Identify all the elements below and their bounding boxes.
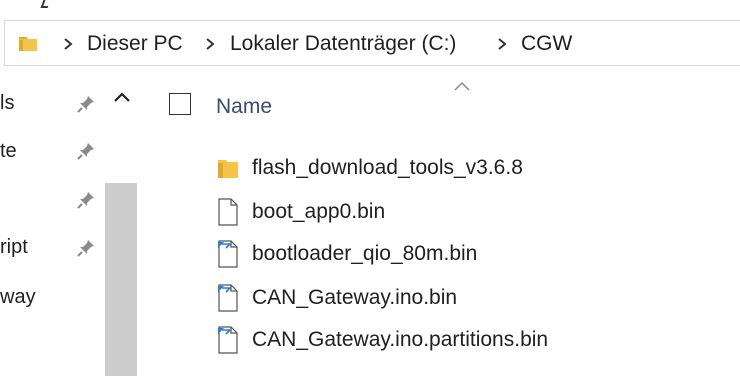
file-icon [218,198,238,226]
pin-icon[interactable] [76,190,96,210]
folder-icon [218,160,238,178]
file-explorer-window: Dieser PC Lokaler Datenträger (C:) CGW l… [0,0,740,376]
file-row[interactable]: flash_download_tools_v3.6.8 [214,147,714,189]
nav-item-quick-access-2[interactable]: te [0,136,17,166]
pin-icon[interactable] [76,94,96,114]
menu-strip [0,0,740,18]
file-name[interactable]: CAN_Gateway.ino.bin [252,277,457,319]
pin-icon[interactable] [76,238,96,258]
nav-scrollbar-thumb[interactable] [105,183,137,376]
chevron-up-icon[interactable] [112,90,132,104]
chevron-right-icon[interactable] [495,37,509,51]
file-row[interactable]: CAN_Gateway.ino.bin [214,277,714,319]
file-row[interactable]: boot_app0.bin [214,191,714,233]
breadcrumb-cgw[interactable]: CGW [521,21,572,67]
chevron-right-icon[interactable] [203,37,217,51]
file-name[interactable]: boot_app0.bin [252,191,385,233]
nav-item-quick-access-5[interactable]: way [0,282,36,312]
pin-icon[interactable] [76,141,96,161]
sort-ascending-icon[interactable] [452,80,472,92]
bin-file-icon [218,326,238,354]
file-name[interactable]: bootloader_qio_80m.bin [252,233,477,275]
file-row[interactable]: bootloader_qio_80m.bin [214,233,714,275]
chevron-right-icon[interactable] [61,37,75,51]
bin-file-icon [218,240,238,268]
select-all-checkbox[interactable] [169,93,191,115]
file-row[interactable]: CAN_Gateway.ino.partitions.bin [214,319,714,361]
partial-glyph [40,0,51,8]
breadcrumb-dieser-pc[interactable]: Dieser PC [87,21,183,67]
address-bar[interactable]: Dieser PC Lokaler Datenträger (C:) CGW [4,20,740,66]
nav-item-quick-access-4[interactable]: ript [0,232,28,262]
nav-item-quick-access-1[interactable]: ls [0,88,14,118]
file-name[interactable]: flash_download_tools_v3.6.8 [252,147,523,189]
bin-file-icon [218,284,238,312]
breadcrumb-local-drive[interactable]: Lokaler Datenträger (C:) [230,21,456,67]
column-header-name[interactable]: Name [216,93,272,121]
folder-icon [19,37,37,51]
file-name[interactable]: CAN_Gateway.ino.partitions.bin [252,319,548,361]
